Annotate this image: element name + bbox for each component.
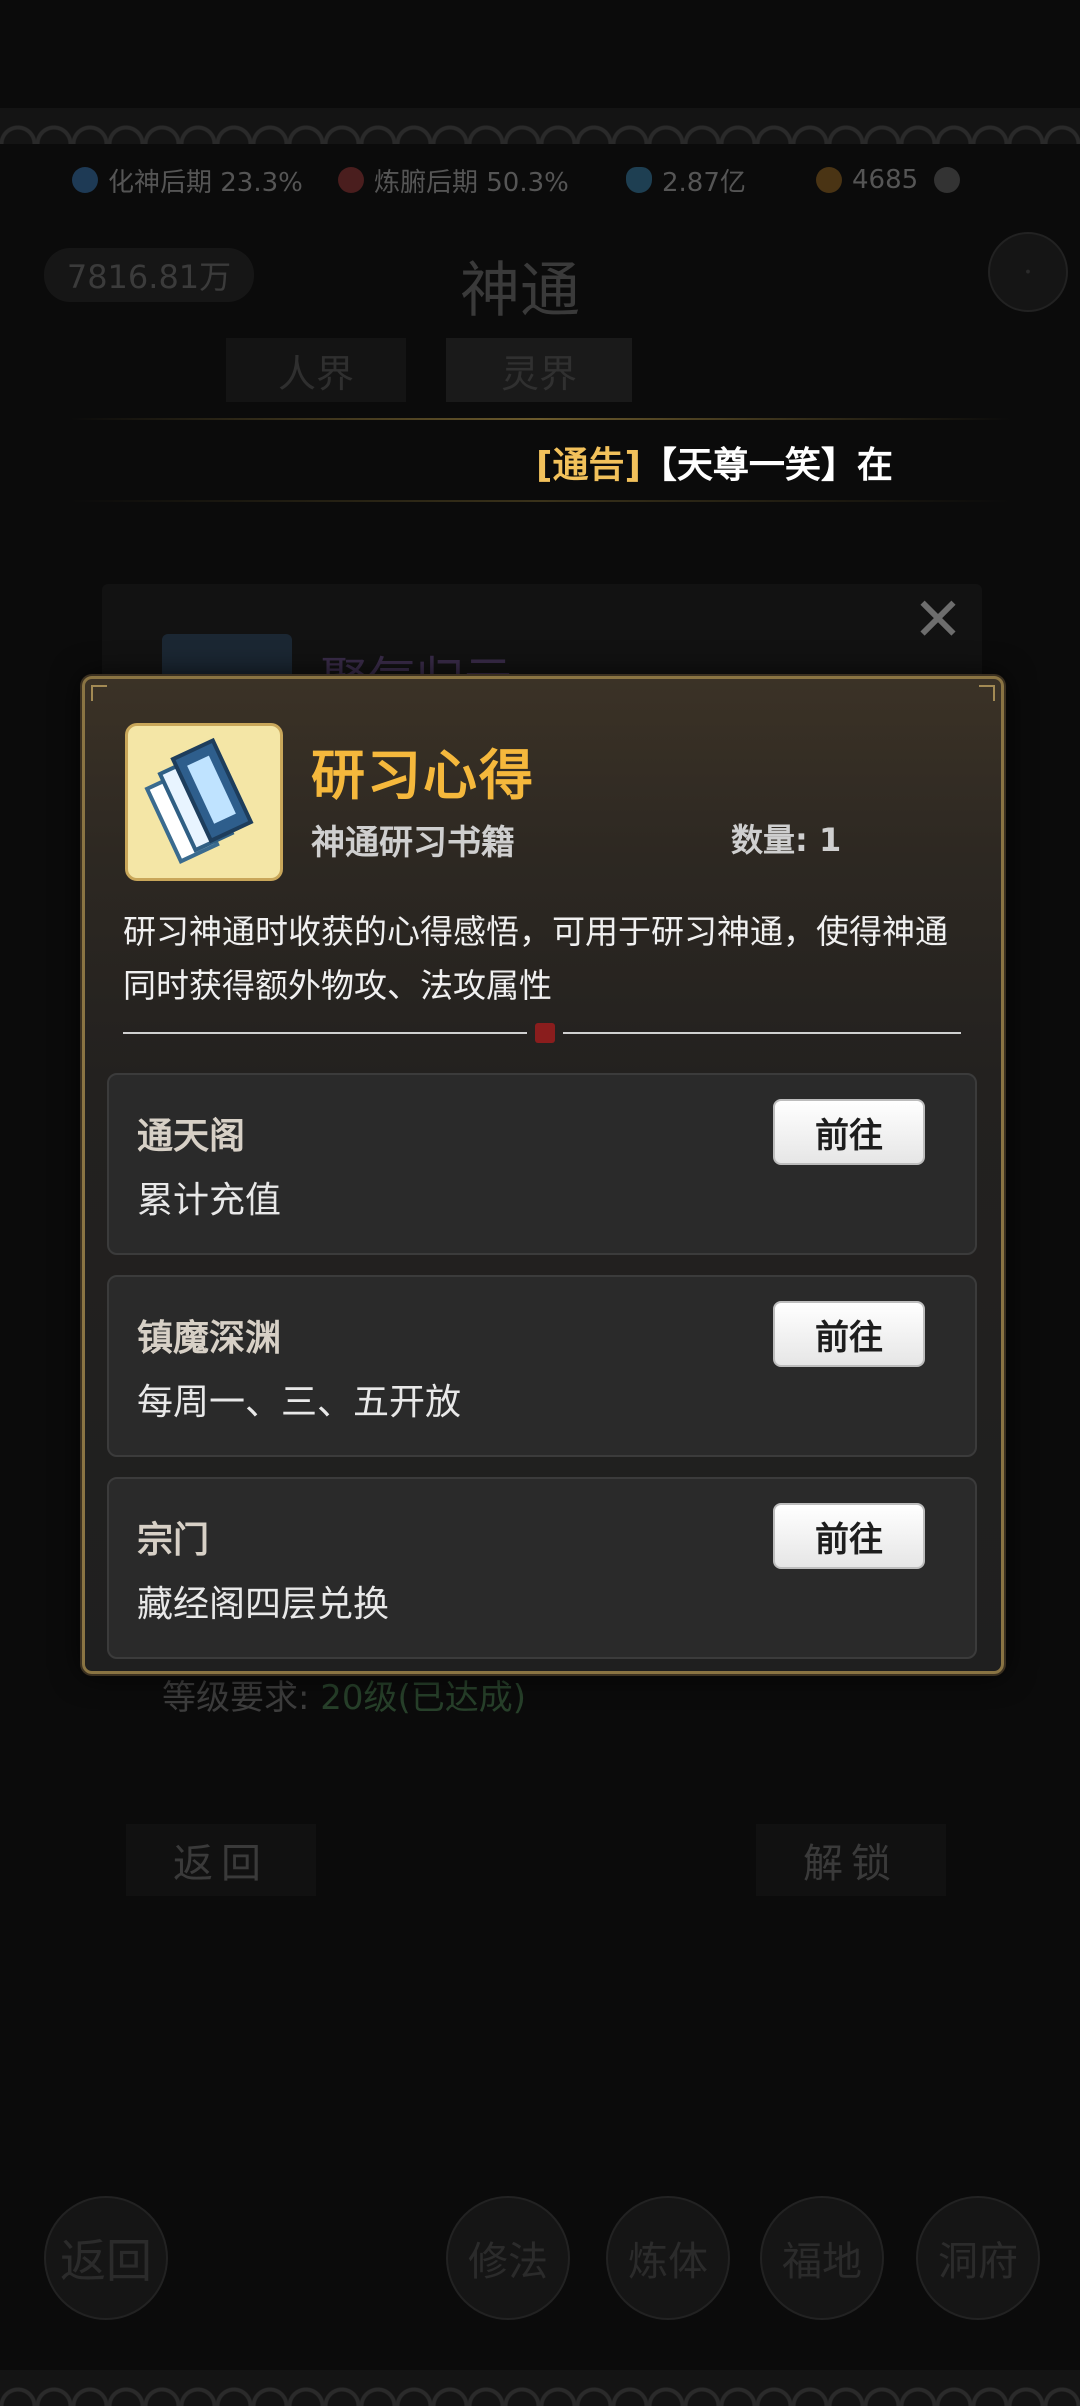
item-info-modal: 研习心得 神通研习书籍 数量: 1 研习神通时收获的心得感悟，可用于研习神通，使… xyxy=(82,676,1004,1674)
close-icon[interactable]: ✕ xyxy=(908,590,968,650)
announcement-ticker: [通告]【天尊一笑】在 xyxy=(536,436,926,488)
announcement-divider-top xyxy=(70,418,1010,420)
announcement-message: 【天尊一笑】在 xyxy=(640,445,893,486)
go-button-tongtiange[interactable]: 前往 xyxy=(773,1099,925,1165)
tab-spirit-realm[interactable]: 灵界 xyxy=(446,338,632,402)
page-title: 神通 xyxy=(460,256,580,326)
source-description: 每周一、三、五开放 xyxy=(137,1382,462,1423)
wave-decoration-top xyxy=(0,108,1080,144)
unlock-button[interactable]: 解锁 xyxy=(756,1824,946,1896)
item-count: 数量: 1 xyxy=(731,821,842,859)
announcement-divider-bottom xyxy=(70,500,1010,502)
item-name: 研习心得 xyxy=(311,744,535,807)
power-value: 7816.81万 xyxy=(66,258,232,296)
source-name: 镇魔深渊 xyxy=(137,1318,282,1359)
panel-back-button[interactable]: 返回 xyxy=(126,1824,316,1896)
divider-left xyxy=(123,1032,527,1034)
level-requirement: 等级要求: 20级(已达成) xyxy=(162,1670,526,1719)
nav-cave-button[interactable]: 洞府 xyxy=(916,2196,1040,2320)
item-description: 研习神通时收获的心得感悟，可用于研习神通，使得神通同时获得额外物攻、法攻属性 xyxy=(123,912,948,1005)
item-category: 神通研习书籍 xyxy=(311,823,515,863)
skill-panel-header: 聚气归元 xyxy=(102,584,982,708)
power-display: 7816.81万 xyxy=(44,248,254,302)
spirit-stone-icon xyxy=(626,167,652,193)
coin-stat: 4685 xyxy=(816,160,961,200)
corner-ornament-icon xyxy=(979,685,995,701)
avatar[interactable]: · xyxy=(988,232,1068,312)
tab-human-realm[interactable]: 人界 xyxy=(226,338,406,402)
body-realm-stat-label: 炼腑后期 50.3% xyxy=(374,167,569,198)
spirit-stone-stat-label: 2.87亿 xyxy=(662,167,746,198)
seal-icon xyxy=(535,1023,555,1043)
wave-decoration-bottom xyxy=(0,2370,1080,2406)
nav-back-button[interactable]: 返回 xyxy=(44,2196,168,2320)
source-card-zhenmo: 镇魔深渊 每周一、三、五开放 前往 xyxy=(107,1275,977,1457)
announcement-tag: [通告] xyxy=(536,445,641,486)
add-coin-icon[interactable] xyxy=(934,167,961,193)
corner-ornament-icon xyxy=(91,685,107,701)
source-card-tongtiange: 通天阁 累计充值 前往 xyxy=(107,1073,977,1255)
coin-stat-label: 4685 xyxy=(852,165,919,195)
source-name: 通天阁 xyxy=(137,1116,246,1157)
body-realm-stat: 炼腑后期 50.3% xyxy=(338,160,569,200)
source-description: 藏经阁四层兑换 xyxy=(137,1584,390,1625)
level-req-value: 20级(已达成) xyxy=(320,1678,527,1718)
realm-stat-label: 化神后期 23.3% xyxy=(108,167,303,198)
nav-body-button[interactable]: 炼体 xyxy=(606,2196,730,2320)
level-req-label: 等级要求: xyxy=(162,1678,310,1718)
source-name: 宗门 xyxy=(137,1520,210,1561)
source-card-sect: 宗门 藏经阁四层兑换 前往 xyxy=(107,1477,977,1659)
nav-blessed-land-button[interactable]: 福地 xyxy=(760,2196,884,2320)
source-description: 累计充值 xyxy=(137,1180,282,1221)
coin-icon xyxy=(816,167,842,193)
go-button-zhenmo[interactable]: 前往 xyxy=(773,1301,925,1367)
go-button-sect[interactable]: 前往 xyxy=(773,1503,925,1569)
book-icon xyxy=(125,723,283,881)
spirit-stone-stat: 2.87亿 xyxy=(626,160,746,200)
body-realm-icon xyxy=(338,167,364,193)
divider-right xyxy=(563,1032,961,1034)
realm-icon xyxy=(72,167,98,193)
realm-stat: 化神后期 23.3% xyxy=(72,160,303,200)
nav-cultivate-button[interactable]: 修法 xyxy=(446,2196,570,2320)
